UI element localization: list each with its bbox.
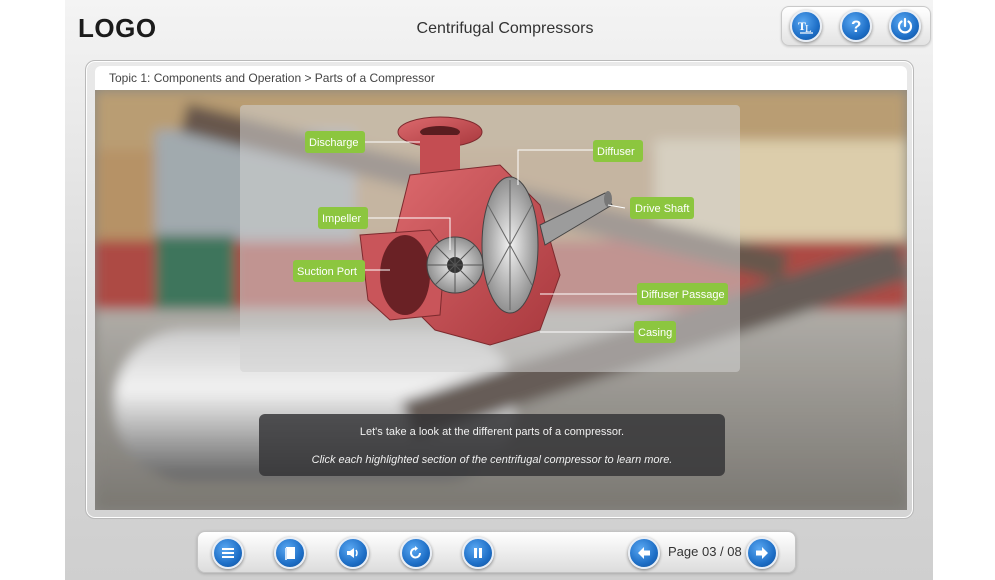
label-drive-shaft-text: Drive Shaft [635,203,689,215]
next-button[interactable] [746,537,778,569]
help-button[interactable]: ? [840,10,872,42]
header-toolbar: T L ? [781,6,931,46]
resources-button[interactable] [274,537,306,569]
label-suction-port[interactable]: Suction Port [293,260,365,282]
logo: LOGO [78,13,157,43]
back-arrow-icon [638,547,650,559]
page-indicator: Page 03 / 08 [668,544,742,559]
svg-text:?: ? [851,17,861,36]
power-button[interactable] [889,10,921,42]
audio-icon [347,548,358,558]
power-icon [897,17,913,34]
menu-icon [222,548,234,558]
label-impeller[interactable]: Impeller [318,207,368,229]
label-drive-shaft[interactable]: Drive Shaft [630,197,694,219]
label-discharge-text: Discharge [309,137,359,149]
course-player: LOGO Centrifugal Compressors T L ? Topic… [65,0,933,580]
label-diffuser-passage[interactable]: Diffuser Passage [637,283,728,305]
back-button[interactable] [628,537,660,569]
replay-icon [410,546,421,559]
course-title: Centrifugal Compressors [416,20,594,37]
instruction-line-2: Click each highlighted section of the ce… [311,454,673,466]
label-discharge[interactable]: Discharge [305,131,365,153]
label-diffuser-text: Diffuser [597,146,635,158]
menu-button[interactable] [212,537,244,569]
pause-icon [474,548,482,558]
pause-button[interactable] [462,537,494,569]
help-icon: ? [851,17,861,36]
next-arrow-icon [756,547,768,559]
navigation-bar: Page 03 / 08 [197,531,796,573]
glossary-button[interactable]: T L [790,10,822,42]
label-impeller-text: Impeller [322,213,361,225]
label-casing[interactable]: Casing [634,321,676,343]
label-suction-port-text: Suction Port [297,266,357,278]
glossary-icon: T L [798,19,813,35]
audio-button[interactable] [337,537,369,569]
label-diffuser[interactable]: Diffuser [593,140,643,162]
compressor-diagram: Discharge Diffuser Drive Shaft Impeller … [240,105,740,372]
replay-button[interactable] [400,537,432,569]
label-casing-text: Casing [638,327,672,339]
instruction-line-1: Let's take a look at the different parts… [359,426,625,438]
instruction-box: Let's take a look at the different parts… [259,414,725,476]
resources-icon [285,547,295,560]
label-diffuser-passage-text: Diffuser Passage [641,289,725,301]
breadcrumb: Topic 1: Components and Operation > Part… [95,66,907,90]
